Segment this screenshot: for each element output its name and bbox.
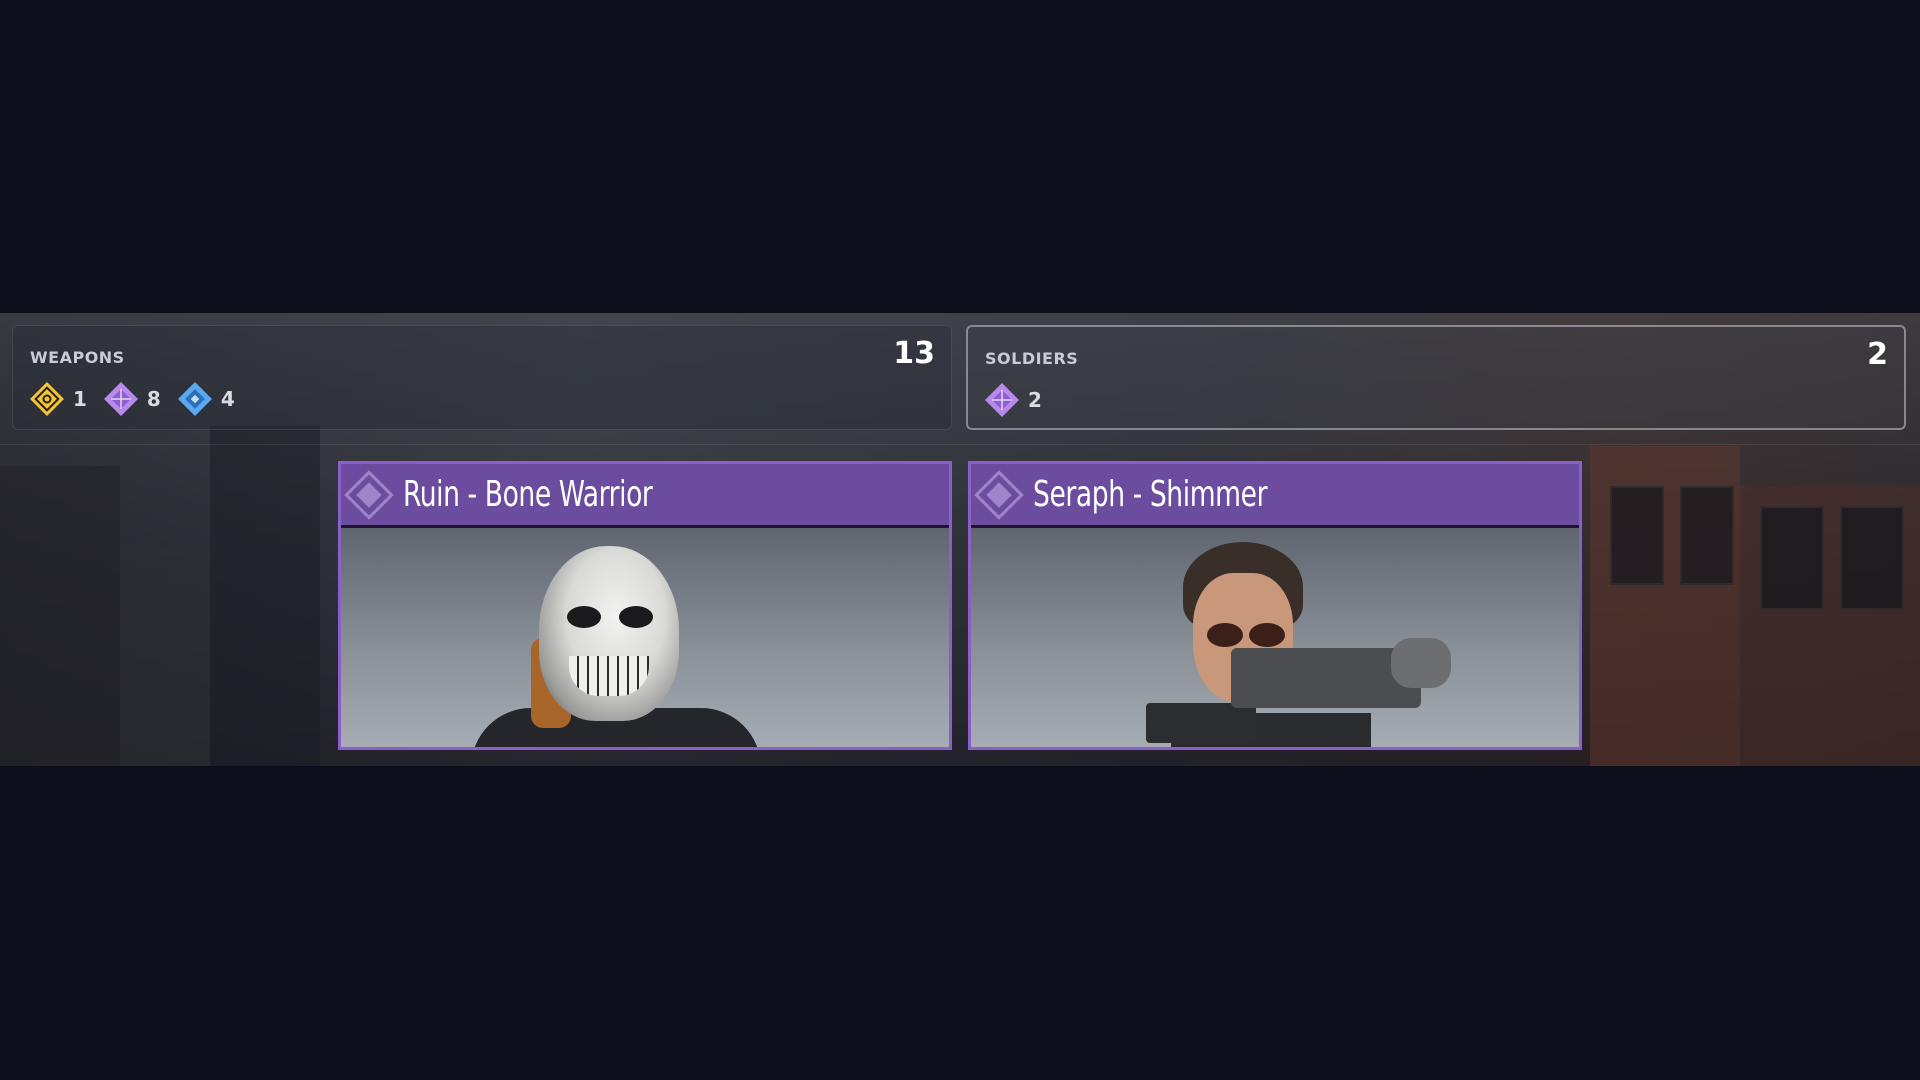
card-header: Ruin - Bone Warrior (341, 464, 949, 528)
purple-rarity-diamond-icon (344, 469, 394, 520)
soldiers-label: SOLDIERS (985, 349, 1079, 368)
background-building (120, 546, 210, 766)
purple-rarity-diamond-icon (985, 383, 1019, 417)
item-card-ruin-bone-warrior[interactable]: Ruin - Bone Warrior (338, 461, 952, 750)
skull-mask (539, 546, 679, 721)
divider (0, 444, 1920, 445)
weapons-total: 13 (893, 336, 935, 371)
blue-count: 4 (220, 387, 235, 411)
soldiers-summary-panel[interactable]: SOLDIERS 2 2 (966, 325, 1906, 430)
card-title: Ruin - Bone Warrior (403, 474, 653, 515)
soldier-portrait (971, 528, 1579, 747)
rarity-gold: 1 (29, 381, 87, 417)
purple-count: 2 (1028, 388, 1042, 412)
rarity-purple: 2 (984, 382, 1042, 418)
rarity-blue: 4 (177, 381, 235, 417)
background-building (1590, 446, 1740, 766)
item-card-seraph-shimmer[interactable]: Seraph - Shimmer (968, 461, 1582, 750)
purple-rarity-diamond-icon (974, 469, 1024, 520)
card-header: Seraph - Shimmer (971, 464, 1579, 528)
weapons-rarity-breakdown: 1 8 4 (29, 381, 251, 417)
weapons-label: WEAPONS (30, 348, 125, 367)
background-building (210, 426, 320, 766)
card-title: Seraph - Shimmer (1033, 474, 1268, 515)
purple-rarity-diamond-icon (103, 382, 138, 416)
purple-count: 8 (146, 387, 161, 411)
soldiers-total: 2 (1867, 337, 1888, 372)
screen: WEAPONS 13 1 8 4 SOLDIERS 2 2 Ruin - Bon… (0, 0, 1920, 1080)
soldiers-rarity-breakdown: 2 (984, 382, 1058, 418)
background-building (1740, 486, 1920, 766)
gold-rarity-diamond-icon (30, 382, 64, 416)
soldier-portrait (341, 528, 949, 747)
weapons-summary-panel[interactable]: WEAPONS 13 1 8 4 (12, 325, 952, 430)
rarity-purple: 8 (103, 381, 161, 417)
background-building (0, 466, 120, 766)
gold-count: 1 (73, 387, 87, 411)
blue-rarity-diamond-icon (177, 382, 212, 416)
